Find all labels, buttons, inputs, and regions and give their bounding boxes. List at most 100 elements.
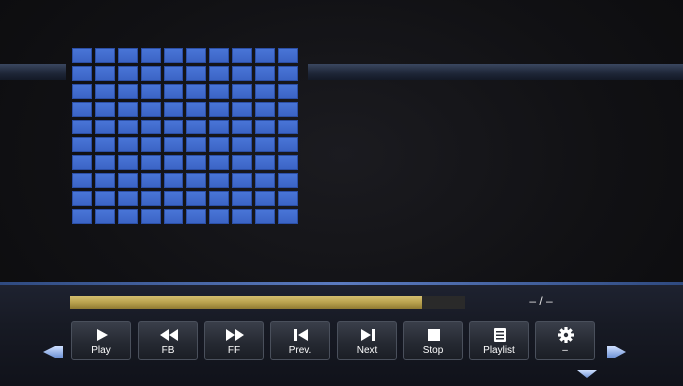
thumbnail-tile bbox=[255, 48, 276, 63]
thumbnail-tile bbox=[232, 101, 253, 117]
thumbnail-tile bbox=[72, 137, 92, 153]
thumbnail-tile bbox=[278, 48, 298, 63]
thumbnail-tile bbox=[140, 191, 161, 207]
thumbnail-tile bbox=[163, 209, 184, 224]
settings-button[interactable]: – bbox=[535, 321, 595, 360]
progress-bar[interactable] bbox=[70, 296, 465, 309]
thumbnail-tile bbox=[255, 209, 276, 224]
thumbnail-tile bbox=[163, 137, 184, 153]
thumbnail-tile bbox=[278, 101, 298, 117]
thumbnail-tile bbox=[186, 65, 207, 81]
thumbnail-tile bbox=[72, 101, 92, 117]
thumbnail-tile bbox=[278, 119, 298, 135]
fast-backward-icon bbox=[160, 329, 178, 341]
thumbnail-tile bbox=[94, 119, 115, 135]
thumbnail-tile bbox=[232, 209, 253, 224]
thumbnail-tile bbox=[255, 101, 276, 117]
left-arrow-icon[interactable] bbox=[41, 345, 65, 359]
thumbnail-tile bbox=[72, 83, 92, 99]
playlist-label: Playlist bbox=[483, 345, 515, 356]
thumbnail-tile bbox=[163, 173, 184, 189]
thumbnail-tile bbox=[94, 83, 115, 99]
next-label: Next bbox=[356, 345, 378, 356]
thumbnail-tile bbox=[255, 65, 276, 81]
previous-button[interactable]: Prev. bbox=[270, 321, 330, 360]
thumbnail-tile bbox=[163, 119, 184, 135]
thumbnail-tile bbox=[209, 101, 230, 117]
thumbnail-tile bbox=[140, 65, 161, 81]
play-label: Play bbox=[91, 345, 111, 356]
thumbnail-tile bbox=[72, 191, 92, 207]
fast-backward-button[interactable]: FB bbox=[138, 321, 198, 360]
thumbnail-tile bbox=[186, 101, 207, 117]
thumbnail-tile bbox=[140, 173, 161, 189]
thumbnail-tile bbox=[163, 48, 184, 63]
thumbnail-tile bbox=[94, 48, 115, 63]
next-button[interactable]: Next bbox=[337, 321, 397, 360]
thumbnail-tile bbox=[72, 209, 92, 224]
thumbnail-tile bbox=[94, 191, 115, 207]
top-band-left bbox=[0, 64, 66, 80]
thumbnail-tile bbox=[94, 65, 115, 81]
thumbnail-tile bbox=[186, 209, 207, 224]
thumbnail-tile bbox=[94, 173, 115, 189]
thumbnail-tile bbox=[278, 209, 298, 224]
prev-label: Prev. bbox=[288, 345, 312, 356]
thumbnail-tile bbox=[255, 137, 276, 153]
thumbnail-tile bbox=[209, 137, 230, 153]
thumbnail-tile bbox=[255, 191, 276, 207]
thumbnail-tile bbox=[186, 83, 207, 99]
thumbnail-tile bbox=[117, 155, 138, 171]
play-button[interactable]: Play bbox=[71, 321, 131, 360]
thumbnail-tile bbox=[209, 65, 230, 81]
thumbnail-tile bbox=[186, 173, 207, 189]
thumbnail-tile bbox=[232, 83, 253, 99]
fast-forward-button[interactable]: FF bbox=[204, 321, 264, 360]
thumbnail-tile bbox=[117, 48, 138, 63]
thumbnail-tile bbox=[232, 155, 253, 171]
time-display: – / – bbox=[529, 294, 553, 308]
thumbnail-tile bbox=[209, 119, 230, 135]
down-arrow-icon[interactable] bbox=[576, 369, 598, 379]
thumbnail-tile bbox=[72, 65, 92, 81]
thumbnail-tile bbox=[186, 155, 207, 171]
playlist-icon bbox=[494, 328, 506, 342]
right-arrow-icon[interactable] bbox=[606, 345, 628, 359]
thumbnail-tile bbox=[72, 173, 92, 189]
thumbnail-tile bbox=[232, 137, 253, 153]
thumbnail-tile bbox=[72, 48, 92, 63]
settings-label: – bbox=[562, 345, 568, 356]
thumbnail-tile bbox=[209, 209, 230, 224]
ff-label: FF bbox=[227, 345, 241, 356]
thumbnail-tile bbox=[278, 173, 298, 189]
thumbnail-tile bbox=[117, 173, 138, 189]
thumbnail-tile bbox=[163, 191, 184, 207]
thumbnail-tile bbox=[117, 101, 138, 117]
thumbnail-tile bbox=[140, 83, 161, 99]
stop-button[interactable]: Stop bbox=[403, 321, 463, 360]
fb-label: FB bbox=[161, 345, 175, 356]
thumbnail-tile bbox=[117, 191, 138, 207]
thumbnail-tile bbox=[255, 119, 276, 135]
thumbnail-tile bbox=[140, 137, 161, 153]
thumbnail-tile bbox=[94, 137, 115, 153]
skip-next-icon bbox=[361, 329, 375, 341]
thumbnail-tile bbox=[94, 101, 115, 117]
thumbnail-tile bbox=[209, 83, 230, 99]
thumbnail-tile bbox=[117, 83, 138, 99]
thumbnail-tile bbox=[209, 155, 230, 171]
thumbnail-tile bbox=[209, 173, 230, 189]
play-icon bbox=[97, 329, 108, 341]
thumbnail-tile bbox=[117, 137, 138, 153]
thumbnail-tile bbox=[72, 119, 92, 135]
playlist-button[interactable]: Playlist bbox=[469, 321, 529, 360]
thumbnail-tile bbox=[232, 65, 253, 81]
thumbnail-grid bbox=[72, 48, 298, 224]
thumbnail-tile bbox=[278, 65, 298, 81]
thumbnail-tile bbox=[232, 48, 253, 63]
stop-label: Stop bbox=[422, 345, 444, 356]
stop-icon bbox=[428, 329, 440, 341]
thumbnail-tile bbox=[72, 155, 92, 171]
thumbnail-tile bbox=[209, 48, 230, 63]
thumbnail-tile bbox=[255, 173, 276, 189]
